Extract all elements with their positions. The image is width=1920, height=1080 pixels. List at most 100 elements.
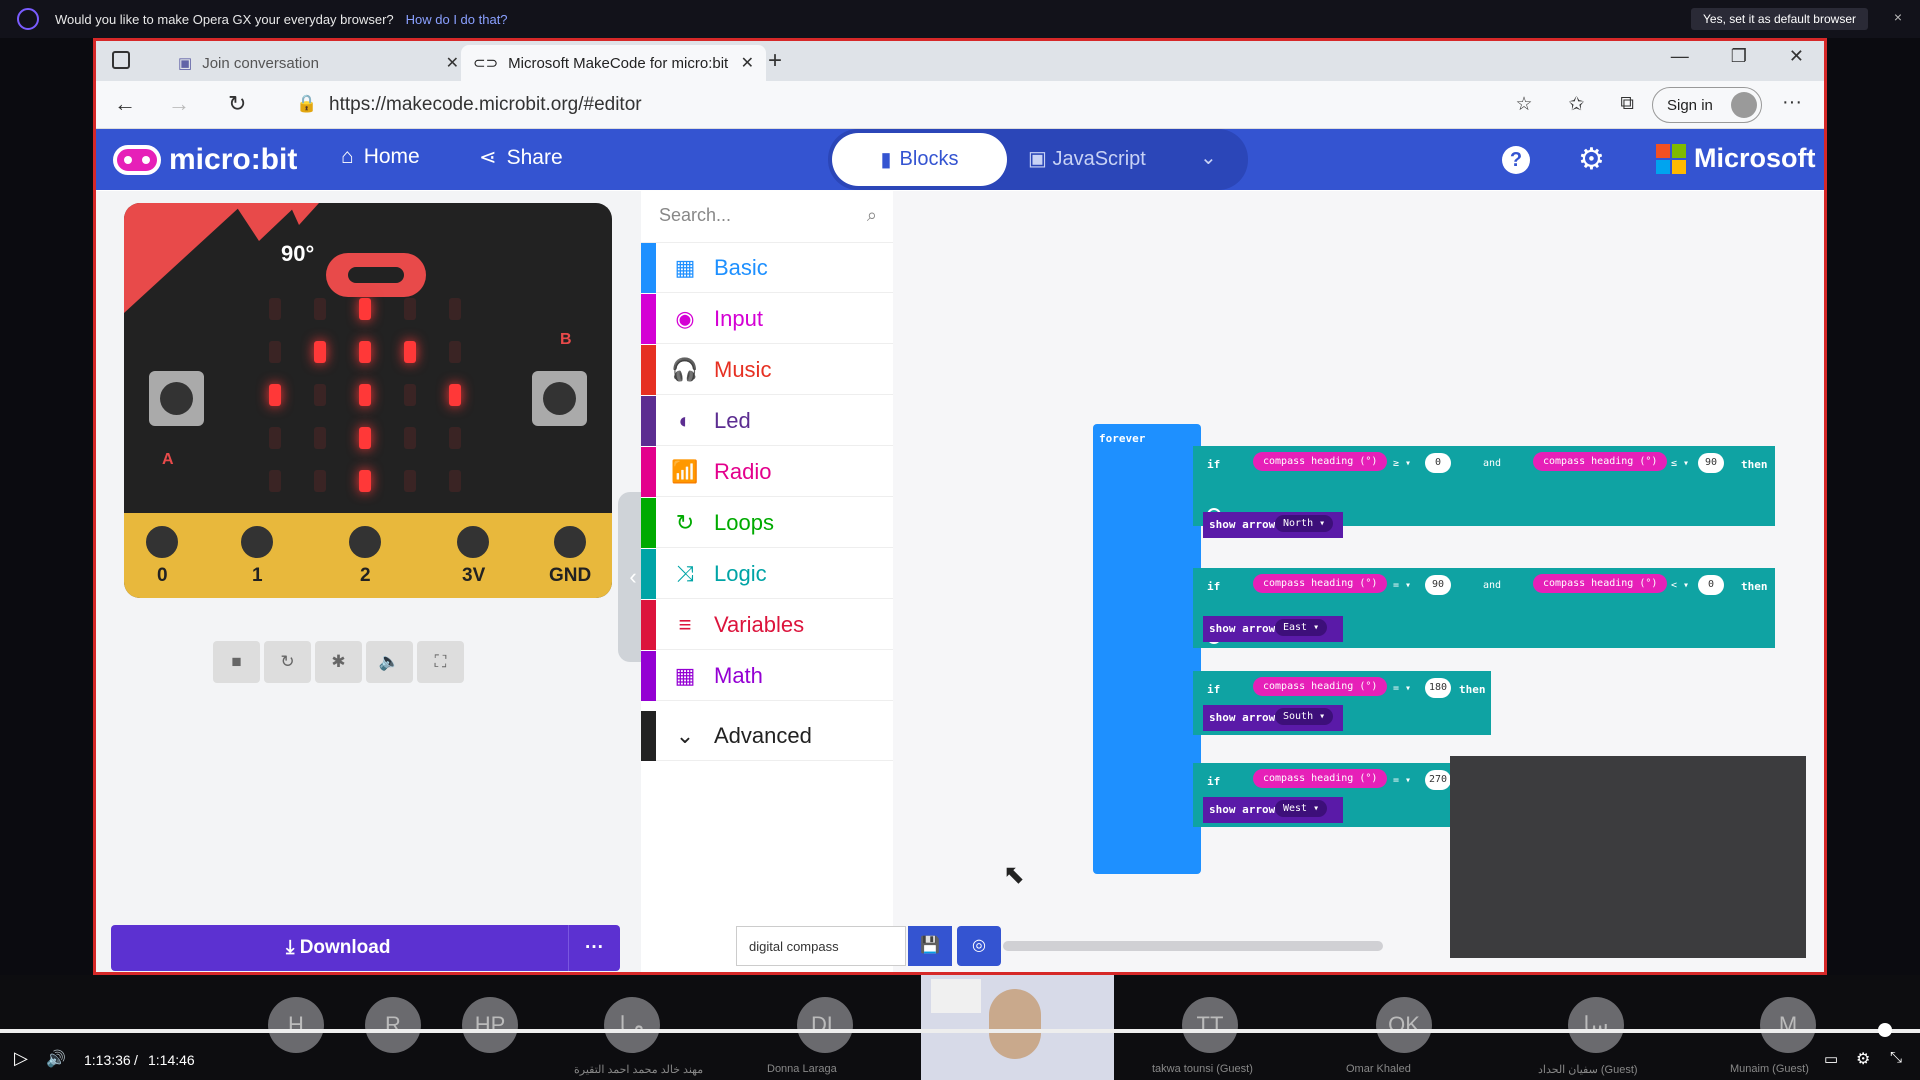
compass-heading-reporter[interactable]: compass heading (°) [1253, 677, 1388, 696]
favorites-icon[interactable]: ✩ [1569, 93, 1585, 116]
and-operator[interactable]: and [1483, 458, 1501, 469]
forward-icon[interactable]: → [168, 91, 190, 117]
show-arrow-block[interactable]: show arrow South ▾ [1203, 705, 1343, 731]
category-music[interactable]: 🎧 Music [641, 344, 893, 395]
category-basic[interactable]: ▦ Basic [641, 242, 893, 293]
chevron-down-icon[interactable]: ⌄ [1200, 145, 1217, 170]
button-b[interactable] [532, 371, 587, 426]
mute-icon[interactable]: 🔈 [366, 641, 413, 683]
number-input[interactable]: 0 [1425, 453, 1451, 473]
pin-1[interactable] [236, 521, 278, 563]
category-loops[interactable]: ↻ Loops [641, 497, 893, 548]
home-button[interactable]: ⌂ Home [341, 145, 420, 169]
number-input[interactable]: 180 [1425, 678, 1451, 698]
close-window-button[interactable]: ✕ [1789, 46, 1804, 67]
volume-icon[interactable]: 🔊 [46, 1049, 66, 1069]
tab-actions-icon[interactable] [112, 51, 130, 69]
compare-operator[interactable]: = ▾ [1393, 775, 1411, 786]
compass-heading-reporter[interactable]: compass heading (°) [1533, 452, 1668, 471]
opera-how-link[interactable]: How do I do that? [406, 12, 508, 27]
search-icon[interactable]: ⌕ [867, 205, 877, 226]
number-input[interactable]: 90 [1698, 453, 1724, 473]
compare-operator[interactable]: = ▾ [1393, 580, 1411, 591]
category-radio[interactable]: 📶 Radio [641, 446, 893, 497]
compare-operator[interactable]: = ▾ [1393, 683, 1411, 694]
collections-icon[interactable]: ⧉ [1620, 93, 1634, 116]
save-icon[interactable]: 💾 [908, 926, 952, 966]
microbit-board[interactable]: 90° A B 0 1 2 3V GND [124, 203, 612, 598]
github-icon[interactable]: ◎ [957, 926, 1001, 966]
pin-3v[interactable] [452, 521, 494, 563]
blocks-workspace[interactable]: forever if compass heading (°) ≥ ▾ 0 and comp… [893, 191, 1824, 972]
compass-heading-reporter[interactable]: compass heading (°) [1253, 769, 1388, 788]
refresh-icon[interactable]: ↻ [228, 91, 246, 117]
close-tab-icon[interactable]: ✕ [741, 53, 754, 73]
add-favorite-icon[interactable]: ☆ [1515, 93, 1532, 116]
play-icon[interactable]: ▷ [14, 1048, 28, 1069]
blocks-tab[interactable]: ▮ Blocks [832, 133, 1007, 186]
direction-dropdown[interactable]: South ▾ [1275, 708, 1334, 725]
lock-icon[interactable]: 🔒 [296, 94, 317, 114]
advanced-category[interactable]: ⌄ Advanced [641, 710, 893, 761]
back-icon[interactable]: ← [114, 91, 136, 117]
compare-operator[interactable]: ≤ ▾ [1671, 458, 1689, 469]
collapse-icon[interactable]: ⤡ [1890, 1049, 1902, 1066]
compare-operator[interactable]: ≥ ▾ [1393, 458, 1411, 469]
more-download-options-button[interactable]: ··· [568, 925, 620, 971]
search-input[interactable]: Search... ⌕ [641, 191, 893, 243]
sign-in-button[interactable]: Sign in [1652, 87, 1762, 123]
new-tab-button[interactable]: + [768, 47, 782, 75]
debug-icon[interactable]: ✱ [315, 641, 362, 683]
tab-makecode[interactable]: ⊂⊃ Microsoft MakeCode for micro:bit ✕ [461, 45, 766, 81]
compass-heading-reporter[interactable]: compass heading (°) [1253, 452, 1388, 471]
download-button[interactable]: ⤓ Download ··· [111, 925, 620, 971]
microbit-logo[interactable]: micro:bit [113, 143, 297, 177]
number-input[interactable]: 0 [1698, 575, 1724, 595]
show-arrow-block[interactable]: show arrow North ▾ [1203, 512, 1343, 538]
compare-operator[interactable]: < ▾ [1671, 580, 1689, 591]
fullscreen-icon[interactable]: ⛶ [417, 641, 464, 683]
button-a[interactable] [149, 371, 204, 426]
show-arrow-block[interactable]: show arrow East ▾ [1203, 616, 1343, 642]
stop-icon[interactable]: ■ [213, 641, 260, 683]
pin-0[interactable] [141, 521, 183, 563]
direction-dropdown[interactable]: East ▾ [1275, 619, 1328, 636]
direction-dropdown[interactable]: West ▾ [1275, 800, 1328, 817]
horizontal-scrollbar[interactable] [1003, 941, 1383, 951]
url-field[interactable]: https://makecode.microbit.org/#editor [329, 94, 642, 116]
playback-knob[interactable] [1878, 1023, 1892, 1037]
pin-2[interactable] [344, 521, 386, 563]
and-operator[interactable]: and [1483, 580, 1501, 591]
share-button[interactable]: ⋖ Share [479, 145, 563, 170]
set-default-button[interactable]: Yes, set it as default browser [1691, 8, 1868, 30]
show-arrow-block[interactable]: show arrow West ▾ [1203, 797, 1343, 823]
project-name-input[interactable]: digital compass [736, 926, 906, 966]
restart-icon[interactable]: ↻ [264, 641, 311, 683]
gear-icon[interactable]: ⚙ [1578, 142, 1605, 177]
board-logo-icon[interactable] [326, 253, 426, 297]
settings-icon[interactable]: ⚙ [1856, 1049, 1870, 1069]
tab-join-conversation[interactable]: ▣ Join conversation ✕ [166, 45, 471, 81]
number-input[interactable]: 270 [1425, 770, 1451, 790]
compass-heading-reporter[interactable]: compass heading (°) [1533, 574, 1668, 593]
direction-dropdown[interactable]: North ▾ [1275, 515, 1334, 532]
pin-gnd[interactable] [549, 521, 591, 563]
forever-block[interactable]: forever [1093, 424, 1201, 874]
close-icon[interactable]: × [1894, 9, 1902, 25]
category-variables[interactable]: ≡ Variables [641, 599, 893, 650]
captions-icon[interactable]: ▭ [1824, 1050, 1838, 1068]
close-tab-icon[interactable]: ✕ [446, 53, 459, 73]
minimize-button[interactable]: — [1671, 46, 1689, 67]
playback-timeline[interactable] [0, 1029, 1920, 1033]
number-input[interactable]: 90 [1425, 575, 1451, 595]
category-math[interactable]: ▦ Math [641, 650, 893, 701]
microsoft-logo[interactable]: Microsoft [1656, 143, 1816, 174]
compass-heading-reporter[interactable]: compass heading (°) [1253, 574, 1388, 593]
help-icon[interactable]: ? [1502, 146, 1530, 174]
category-logic[interactable]: ⤨ Logic [641, 548, 893, 599]
category-led[interactable]: ◐ Led [641, 395, 893, 446]
restore-button[interactable]: ❐ [1731, 46, 1747, 67]
javascript-tab[interactable]: ▣ JavaScript [1028, 146, 1146, 171]
more-menu-icon[interactable]: ··· [1782, 91, 1802, 114]
category-input[interactable]: ◉ Input [641, 293, 893, 344]
